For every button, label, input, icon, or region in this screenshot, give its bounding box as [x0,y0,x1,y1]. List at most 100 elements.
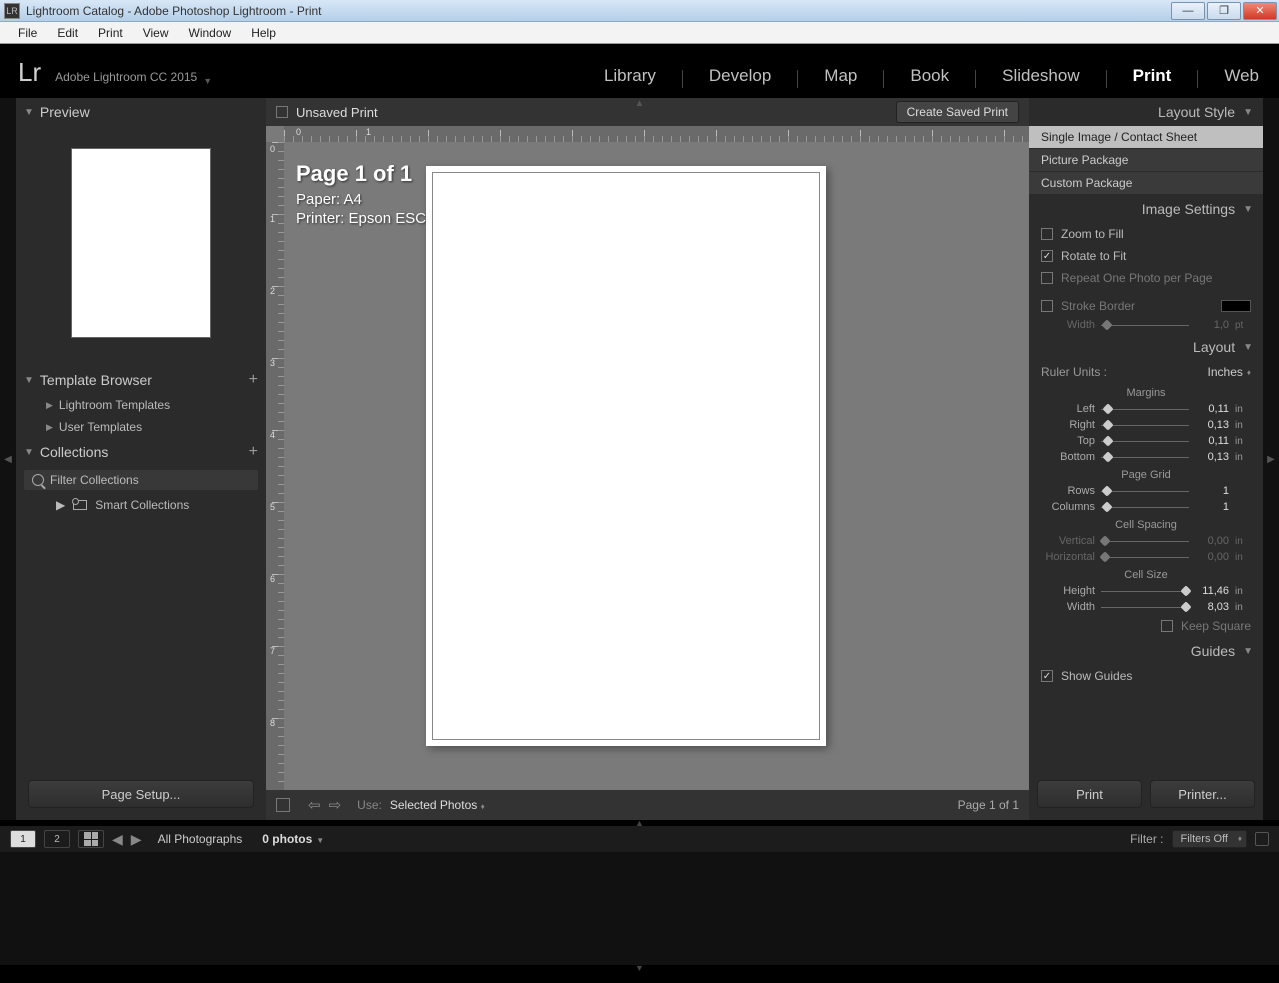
select-all-checkbox[interactable] [276,798,290,812]
cell-height-slider[interactable]: Height11,46in [1029,583,1263,599]
margins-label: Margins [1029,383,1263,401]
keep-square-row[interactable]: Keep Square [1029,615,1263,637]
template-folder-lightroom[interactable]: ▶ Lightroom Templates [16,394,266,416]
right-edge-collapse[interactable]: ▶ [1263,98,1279,820]
use-dropdown[interactable]: Selected Photos ♦ [390,798,485,812]
dropdown-icon: ♦ [1247,368,1251,377]
margin-right-slider[interactable]: Right0,13in [1029,417,1263,433]
filmstrip-thumbnails[interactable] [0,852,1279,965]
content-toolbar: Unsaved Print Create Saved Print [266,98,1029,126]
document-name: Unsaved Print [296,105,378,120]
image-settings-header[interactable]: Image Settings ▼ [1029,195,1263,223]
page-status: Page 1 of 1 [958,798,1019,812]
second-window-button[interactable]: 2 [44,830,70,848]
preview-page [71,148,211,338]
smart-collections-item[interactable]: ▶ Smart Collections [16,494,266,516]
margin-top-slider[interactable]: Top0,11in [1029,433,1263,449]
stroke-width-slider[interactable]: Width 1,0 pt [1029,317,1263,333]
filter-dropdown[interactable]: Filters Off♦ [1172,830,1247,848]
left-panel: ▼ Preview ▼ Template Browser + ▶ Lightro… [16,98,266,820]
source-path[interactable]: All Photographs [158,832,243,846]
main-window-button[interactable]: 1 [10,830,36,848]
go-forward-icon[interactable]: ▶ [131,831,142,848]
checkbox-icon[interactable] [1161,620,1173,632]
menu-edit[interactable]: Edit [47,26,88,40]
filter-lock-icon[interactable] [1255,832,1269,846]
search-icon [32,474,44,486]
left-edge-collapse[interactable]: ◀ [0,98,16,820]
create-saved-print-button[interactable]: Create Saved Print [896,101,1019,123]
panel-disclosure-icon: ▼ [24,375,34,386]
show-guides-row[interactable]: Show Guides [1029,665,1263,687]
go-back-icon[interactable]: ◀ [112,831,123,848]
grid-view-button[interactable] [78,830,104,848]
add-collection-icon[interactable]: + [249,443,258,461]
menu-file[interactable]: File [8,26,47,40]
maximize-button[interactable]: ❐ [1207,2,1241,20]
brand-logo: Lr [18,57,41,88]
page-setup-button[interactable]: Page Setup... [28,780,254,808]
module-map[interactable]: Map [824,66,857,88]
module-develop[interactable]: Develop [709,66,771,88]
checkbox-icon[interactable] [1041,300,1053,312]
minimize-button[interactable]: — [1171,2,1205,20]
brand-dropdown-icon[interactable]: ▼ [203,76,212,86]
layout-style-custom-package[interactable]: Custom Package [1029,172,1263,195]
filter-collections-input[interactable]: Filter Collections [24,470,258,490]
panel-disclosure-icon: ▼ [1243,342,1253,353]
checkbox-icon[interactable] [1041,228,1053,240]
menu-view[interactable]: View [133,26,179,40]
module-print[interactable]: Print [1133,66,1172,88]
print-cell [432,172,820,740]
checkbox-icon[interactable] [1041,272,1053,284]
guides-header[interactable]: Guides ▼ [1029,637,1263,665]
stroke-border-row[interactable]: Stroke Border [1029,295,1263,317]
repeat-one-row[interactable]: Repeat One Photo per Page [1029,267,1263,289]
layout-style-single[interactable]: Single Image / Contact Sheet [1029,126,1263,149]
columns-slider[interactable]: Columns1 [1029,499,1263,515]
layout-header[interactable]: Layout ▼ [1029,333,1263,361]
identity-plate: Lr Adobe Lightroom CC 2015▼ Library Deve… [0,44,1279,98]
close-button[interactable]: ✕ [1243,2,1277,20]
rows-slider[interactable]: Rows1 [1029,483,1263,499]
template-folder-user[interactable]: ▶ User Templates [16,416,266,438]
filter-label: Filter : [1130,832,1163,846]
template-browser-header[interactable]: ▼ Template Browser + [16,366,266,394]
page-grid-label: Page Grid [1029,465,1263,483]
filmstrip-collapse-bottom-icon[interactable]: ▼ [0,965,1279,971]
layout-style-picture-package[interactable]: Picture Package [1029,149,1263,172]
module-book[interactable]: Book [910,66,949,88]
print-page[interactable] [426,166,826,746]
layout-style-header[interactable]: Layout Style ▼ [1029,98,1263,126]
next-page-icon[interactable]: ⇨ [329,796,342,814]
cell-width-slider[interactable]: Width8,03in [1029,599,1263,615]
preview-thumbnail [16,126,266,366]
menu-print[interactable]: Print [88,26,133,40]
margin-bottom-slider[interactable]: Bottom0,13in [1029,449,1263,465]
add-template-icon[interactable]: + [249,371,258,389]
module-web[interactable]: Web [1224,66,1259,88]
printer-button[interactable]: Printer... [1150,780,1255,808]
ruler-vertical: 0 1 2 3 4 5 6 7 8 [266,142,284,790]
preview-panel-header[interactable]: ▼ Preview [16,98,266,126]
photo-count[interactable]: 0 photos▼ [262,832,324,846]
print-canvas[interactable]: 0 1 0 1 2 3 4 5 6 7 8 Page 1 of 1 Paper:… [266,126,1029,790]
module-slideshow[interactable]: Slideshow [1002,66,1080,88]
menu-help[interactable]: Help [241,26,286,40]
cell-spacing-horizontal-slider: Horizontal0,00in [1029,549,1263,565]
rotate-to-fit-row[interactable]: Rotate to Fit [1029,245,1263,267]
module-library[interactable]: Library [604,66,656,88]
cell-size-label: Cell Size [1029,565,1263,583]
zoom-to-fill-row[interactable]: Zoom to Fill [1029,223,1263,245]
checkbox-icon[interactable] [1041,670,1053,682]
margin-left-slider[interactable]: Left0,11in [1029,401,1263,417]
stroke-color-swatch[interactable] [1221,300,1251,312]
ruler-units-row[interactable]: Ruler Units : Inches ♦ [1029,361,1263,383]
top-panel-collapse-icon[interactable]: ▲ [635,98,645,109]
checkbox-icon[interactable] [1041,250,1053,262]
soft-proof-toggle-icon[interactable] [276,106,288,118]
menu-window[interactable]: Window [179,26,242,40]
prev-page-icon[interactable]: ⇦ [308,796,321,814]
collections-header[interactable]: ▼ Collections + [16,438,266,466]
print-button[interactable]: Print [1037,780,1142,808]
